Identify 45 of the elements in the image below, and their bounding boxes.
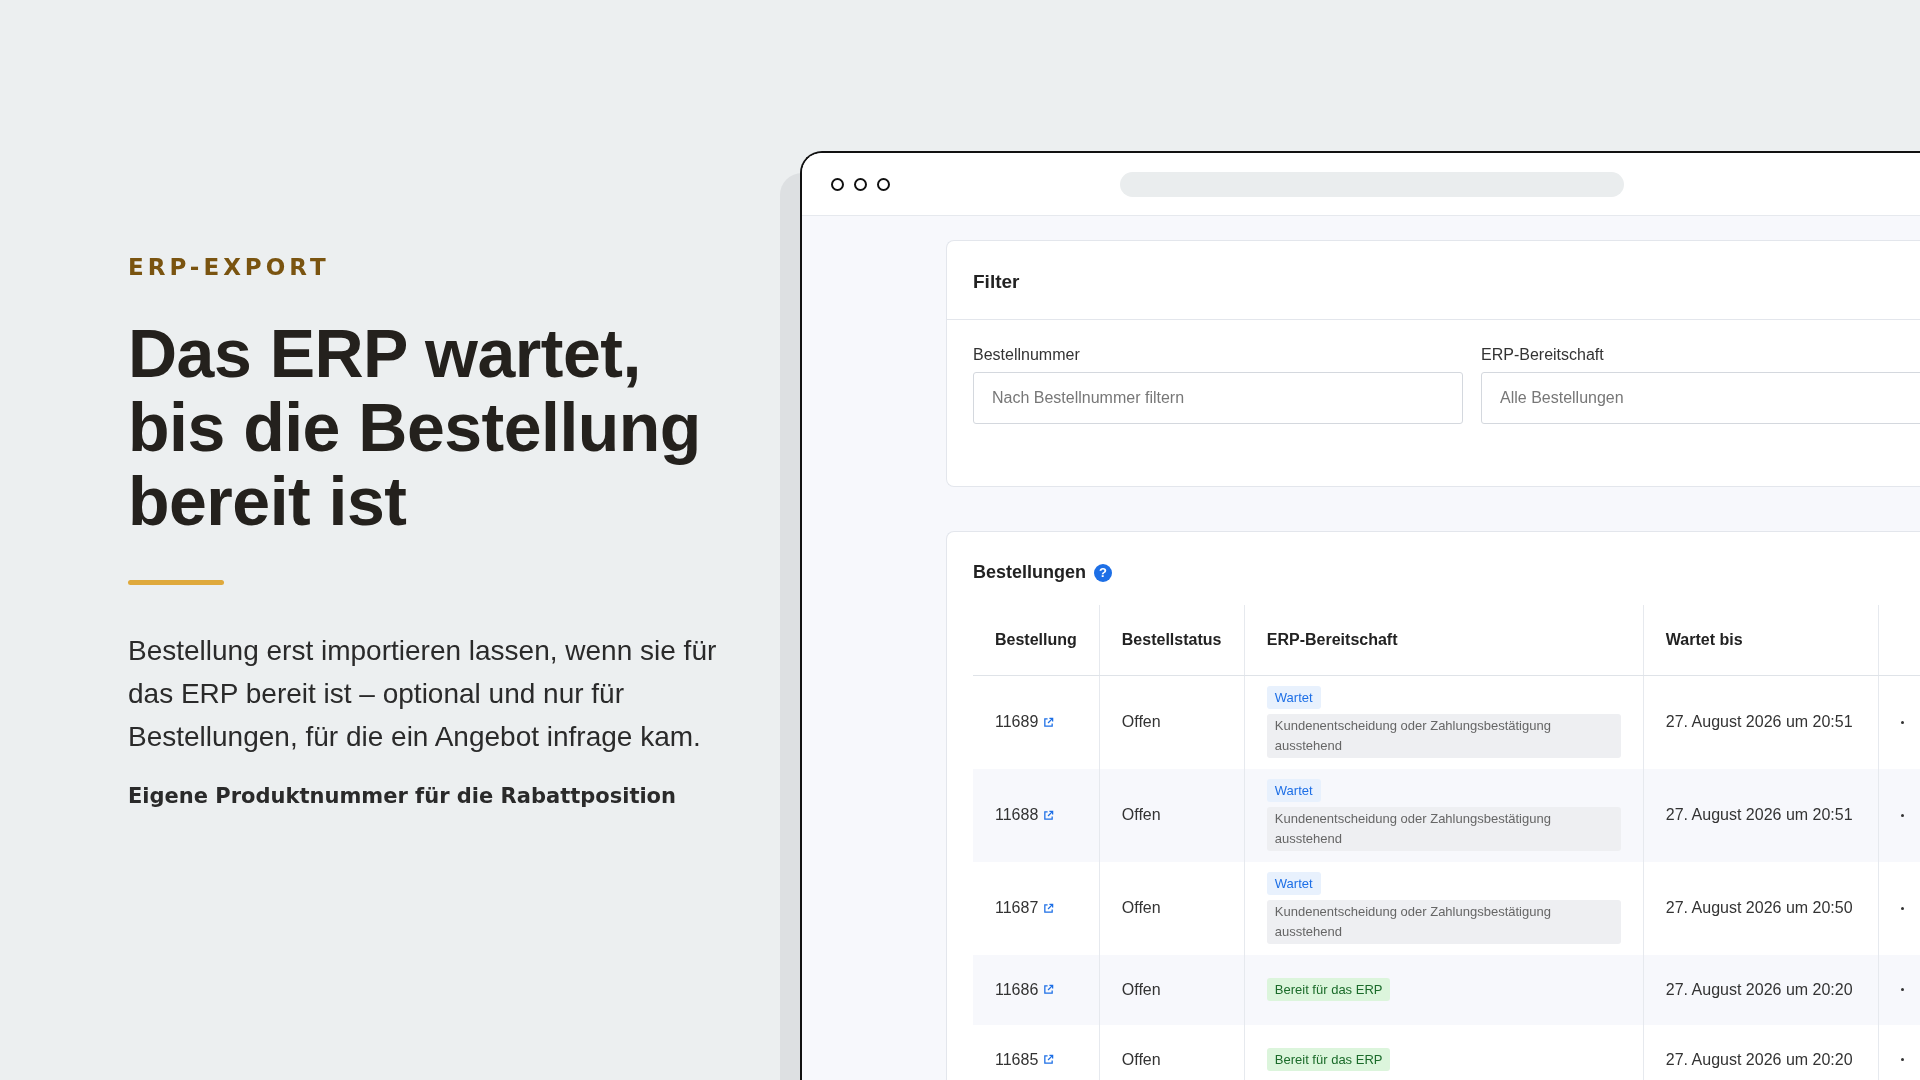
table-cell: 27. August 2026 um 20:20 [1665, 980, 1853, 998]
external-link-icon[interactable] [1043, 984, 1055, 995]
help-icon[interactable]: ? [1094, 563, 1113, 582]
status-tag: Bereit für das ERP [1266, 1048, 1391, 1071]
table-cell: 27. August 2026 um 20:51 [1665, 713, 1853, 730]
column-header: ERP-Bereitschaft [1244, 605, 1644, 675]
external-link-icon[interactable] [1043, 902, 1055, 914]
table-cell: Offen [1121, 980, 1161, 998]
status-note: Kundenentscheidung oder Zahlungsbestätigung ausstehend [1266, 807, 1621, 851]
table-cell: Offen [1121, 713, 1161, 730]
status-note: Kundenentscheidung oder Zahlungsbestätigung ausstehend [1266, 900, 1621, 944]
table-cell: 27. August 2026 um 20:50 [1665, 899, 1853, 916]
card-title: Bestellungen [973, 562, 1087, 583]
order-link[interactable]: 11685 [995, 1050, 1055, 1069]
order-link[interactable]: 11686 [995, 980, 1055, 999]
external-link-icon[interactable] [1043, 809, 1055, 821]
order-link[interactable]: 11687 [995, 899, 1055, 917]
status-tag: Bereit für das ERP [1266, 978, 1391, 1001]
order-link[interactable]: 11689 [995, 713, 1055, 731]
window-dot-icon[interactable] [877, 177, 890, 191]
external-link-icon[interactable] [1043, 716, 1055, 728]
table-cell: Offen [1121, 899, 1161, 916]
order-link[interactable]: 11688 [995, 806, 1055, 824]
description: Bestellung erst importieren lassen, wenn sie für das ERP bereit ist – optional und nur für Bestellungen, für die ein Angebot infrage kam. [128, 634, 718, 754]
table-cell: 27. August 2026 um 20:51 [1665, 806, 1853, 823]
column-header: Wartet bis [1643, 605, 1879, 675]
field-label: ERP-Bereitschaft [1481, 346, 1605, 364]
input-field[interactable]: Alle Bestellungen [1481, 372, 1920, 424]
headline: Das ERP wartet, bis die Bestellung bereit ist [128, 316, 702, 538]
table-cell: Offen [1121, 1050, 1161, 1068]
status-note: Kundenentscheidung oder Zahlungsbestätigung ausstehend [1266, 714, 1621, 758]
external-link-icon[interactable] [1043, 1054, 1055, 1065]
field-label: Bestellnummer [973, 346, 1081, 364]
status-tag: Wartet [1266, 686, 1321, 709]
table-cell: 27. August 2026 um 20:20 [1665, 1050, 1853, 1068]
window-dot-icon[interactable] [831, 177, 844, 191]
status-tag: Wartet [1266, 872, 1321, 895]
table-cell: Offen [1121, 806, 1161, 823]
column-header: Bestellstatus [1099, 605, 1245, 675]
status-tag: Wartet [1266, 779, 1321, 802]
card-title: Filter [947, 241, 1920, 320]
window-dot-icon[interactable] [854, 177, 867, 191]
column-header: Bestellung [973, 605, 1100, 675]
input-field[interactable]: Nach Bestellnummer filtern [973, 372, 1463, 424]
kicker: ERP-EXPORT [128, 254, 331, 280]
